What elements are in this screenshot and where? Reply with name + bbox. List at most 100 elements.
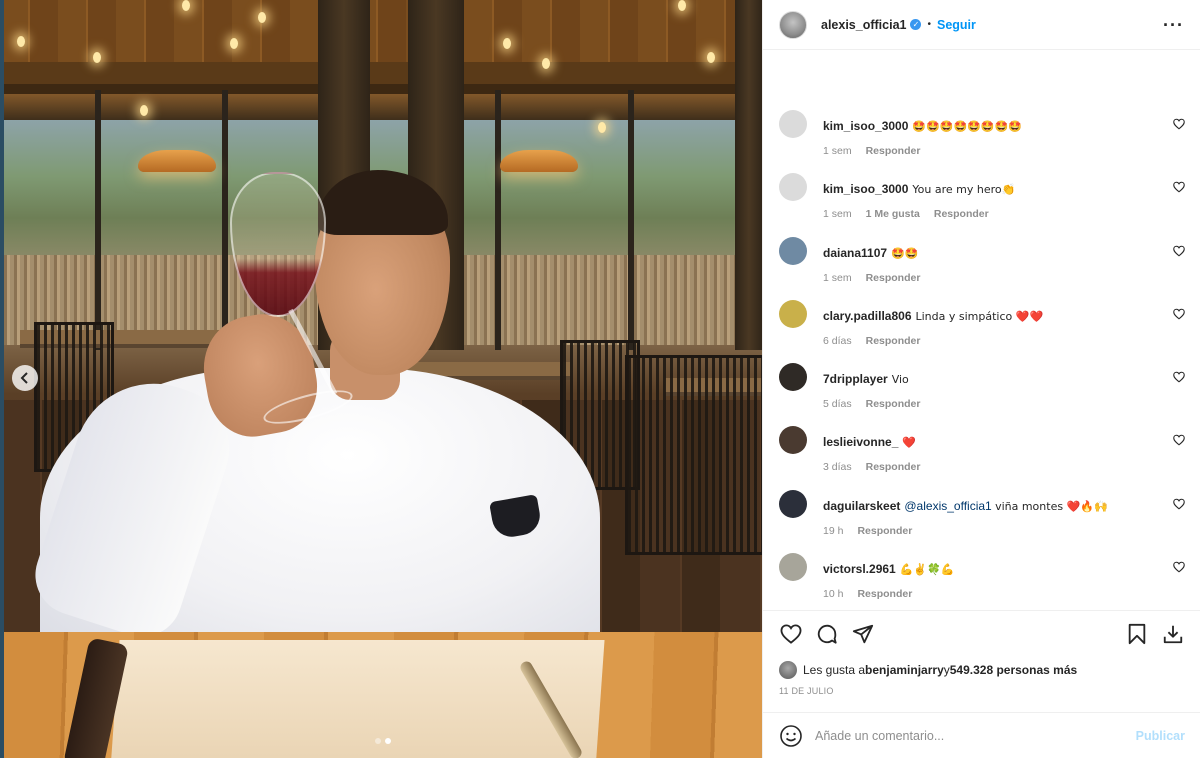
photo-string-light [93,52,101,63]
reply-button[interactable]: Responder [866,145,921,157]
photo-pillar [735,0,762,350]
emoji-icon[interactable] [779,724,803,748]
follow-button[interactable]: Seguir [937,18,976,32]
commenter-username[interactable]: daiana1107 [823,246,887,260]
bookmark-icon [1128,623,1146,645]
commenter-username[interactable]: 7dripplayer [823,372,888,386]
photo-edge [0,0,4,758]
commenter-avatar[interactable] [779,489,807,518]
comment-button[interactable] [815,622,839,646]
comment-text: Vio [891,373,909,387]
likes-count[interactable]: 549.328 personas más [950,663,1077,677]
carousel-prev-button[interactable] [12,365,38,391]
heart-outline-icon [780,624,802,644]
reply-button[interactable]: Responder [857,525,912,537]
comment-likes[interactable]: 1 Me gusta [866,208,920,220]
post-header: alexis_officia1 ✓ • Seguir ··· [763,0,1200,50]
photo-string-light [258,12,266,23]
commenter-avatar[interactable] [779,426,807,455]
comment-text-line: kim_isoo_3000 🤩🤩🤩🤩🤩🤩🤩🤩 [823,118,1187,135]
post-side-panel: alexis_officia1 ✓ • Seguir ··· kim_isoo_… [762,0,1200,758]
commenter-avatar[interactable] [779,110,807,138]
commenter-username[interactable]: clary.padilla806 [823,309,912,323]
comment-meta: 1 sem Responder [823,272,1187,284]
comment-text-line: 7dripplayer Vio [823,371,1187,388]
comment-time[interactable]: 5 días [823,398,852,410]
publish-button[interactable]: Publicar [1136,729,1185,743]
commenter-avatar[interactable] [779,363,807,392]
photo-string-light [707,52,715,63]
author-avatar[interactable] [779,10,807,39]
photo-window-frame [222,90,228,350]
commenter-avatar[interactable] [779,236,807,265]
reply-button[interactable]: Responder [866,335,921,347]
comment-row: kim_isoo_3000 You are my hero👏 1 sem 1 Me g… [779,173,1187,244]
reply-button[interactable]: Responder [857,588,912,600]
comment-body: daiana1107 🤩🤩 1 sem Responder [823,245,1187,308]
comment-time[interactable]: 6 días [823,335,852,347]
comment-like-heart-icon[interactable] [1173,561,1185,573]
liker-username[interactable]: benjaminjarry [865,663,944,677]
commenter-avatar[interactable] [779,299,807,328]
comment-time[interactable]: 1 sem [823,145,852,157]
comment-meta: 5 días Responder [823,398,1187,410]
comment-text-line: victorsl.2961 💪✌️🍀💪 [823,561,1187,578]
reply-button[interactable]: Responder [866,272,921,284]
author-username[interactable]: alexis_officia1 [821,18,906,32]
comment-like-heart-icon[interactable] [1173,371,1185,383]
post-date[interactable]: 11 DE JULIO [779,686,1185,696]
liker-avatar[interactable] [779,661,797,679]
comment-time[interactable]: 10 h [823,588,843,600]
comment-time[interactable]: 1 sem [823,272,852,284]
comment-text-line: clary.padilla806 Linda y simpático ❤️❤️ [823,308,1187,325]
reply-button[interactable]: Responder [934,208,989,220]
photo-beam [0,84,762,94]
comment-like-heart-icon[interactable] [1173,434,1185,446]
commenter-username[interactable]: victorsl.2961 [823,562,896,576]
download-button[interactable] [1161,622,1185,646]
commenter-avatar[interactable] [779,553,807,582]
commenter-username[interactable]: leslieivonne_ [823,435,898,449]
likes-summary: Les gusta a benjaminjarry y 549.328 pers… [779,661,1185,679]
photo-beam [0,62,762,84]
comments-list[interactable]: kim_isoo_3000 🤩🤩🤩🤩🤩🤩🤩🤩 1 sem Responder kim_i… [763,50,1200,610]
reply-button[interactable]: Responder [866,461,921,473]
comment-like-heart-icon[interactable] [1173,498,1185,510]
comment-row: daiana1107 🤩🤩 1 sem Responder [779,236,1187,308]
comment-row: kim_isoo_3000 🤩🤩🤩🤩🤩🤩🤩🤩 1 sem Responder [779,110,1187,181]
photo-string-light [678,0,686,11]
comment-like-heart-icon[interactable] [1173,118,1185,130]
comment-row: leslieivonne_ ❤️ 3 días Responder [779,426,1187,497]
comment-body: kim_isoo_3000 You are my hero👏 1 sem 1 Me g… [823,181,1187,244]
commenter-username[interactable]: kim_isoo_3000 [823,182,908,196]
carousel-dot [375,738,381,744]
comment-time[interactable]: 1 sem [823,208,852,220]
reply-button[interactable]: Responder [866,398,921,410]
download-icon [1163,625,1183,644]
comment-input[interactable] [815,728,1136,743]
more-options-icon[interactable]: ··· [1163,16,1184,34]
save-button[interactable] [1125,622,1149,646]
comment-time[interactable]: 3 días [823,461,852,473]
post-photo[interactable] [0,0,762,758]
comment-body: 7dripplayer Vio 5 días Responder [823,371,1187,434]
photo-pendant-lamp [138,150,216,172]
comment-like-heart-icon[interactable] [1173,181,1185,193]
photo-napkin [110,640,605,758]
commenter-avatar[interactable] [779,173,807,202]
action-icons [779,621,1185,647]
photo-chair [625,355,762,555]
comment-row: clary.padilla806 Linda y simpático ❤️❤️ 6 … [779,299,1187,371]
comment-like-heart-icon[interactable] [1173,245,1185,257]
comment-mention[interactable]: @alexis_officia1 [904,499,991,513]
comment-time[interactable]: 19 h [823,525,843,537]
commenter-username[interactable]: kim_isoo_3000 [823,119,908,133]
commenter-username[interactable]: daguilarskeet [823,499,900,513]
likes-prefix: Les gusta a [803,663,866,677]
comment-like-heart-icon[interactable] [1173,308,1185,320]
comment-text-line: daiana1107 🤩🤩 [823,245,1187,262]
comment-text-line: kim_isoo_3000 You are my hero👏 [823,181,1187,198]
share-button[interactable] [851,622,875,646]
photo-window-frame [495,90,501,350]
like-button[interactable] [779,622,803,646]
